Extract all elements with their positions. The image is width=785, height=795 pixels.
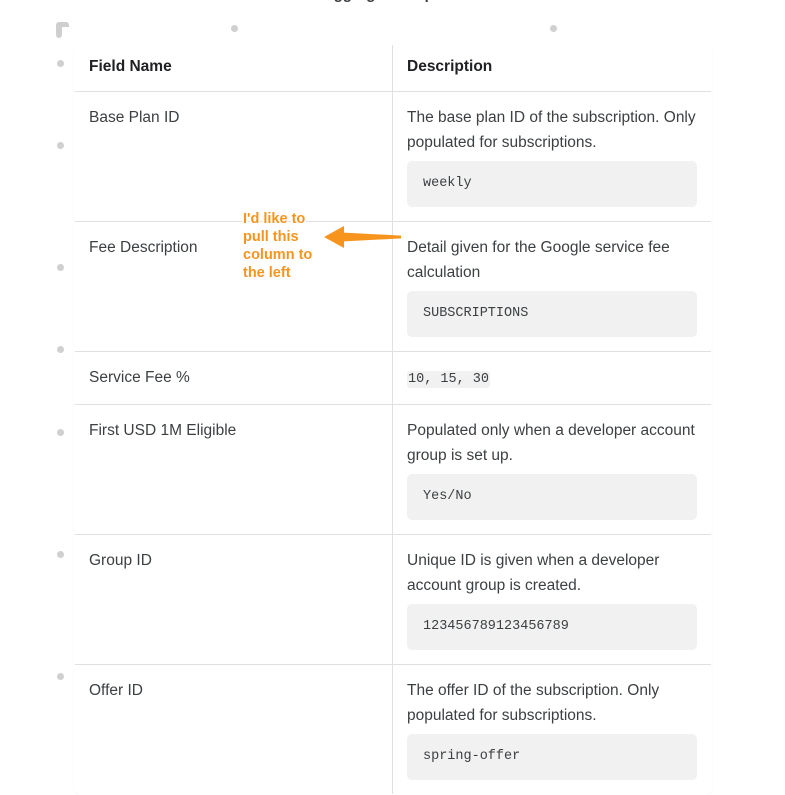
description-text: The base plan ID of the subscription. On… <box>407 109 696 151</box>
code-sample: spring-offer <box>407 734 697 780</box>
code-chip: 10, 15, 30 <box>407 371 491 388</box>
cell-description[interactable]: Unique ID is given when a developer acco… <box>392 534 711 665</box>
row-grip-dot-fee-description[interactable] <box>57 264 64 271</box>
cell-description[interactable]: Detail given for the Google service fee … <box>392 221 711 352</box>
description-text: Populated only when a developer account … <box>407 422 695 464</box>
column-grip-dot-description[interactable] <box>550 25 557 32</box>
cell-field-name[interactable]: Base Plan ID <box>75 91 393 222</box>
cell-description[interactable]: Populated only when a developer account … <box>392 404 711 535</box>
description-text: Unique ID is given when a developer acco… <box>407 552 660 594</box>
cell-field-name[interactable]: Service Fee % <box>75 351 393 405</box>
cell-field-name[interactable]: First USD 1M Eligible <box>75 404 393 535</box>
table-body: Base Plan ID The base plan ID of the sub… <box>75 91 712 795</box>
table-row: Service Fee % 10, 15, 30 <box>75 351 711 405</box>
code-sample: weekly <box>407 161 697 207</box>
column-header-description[interactable]: Description <box>392 45 711 92</box>
column-header-field-name[interactable]: Field Name <box>75 45 393 92</box>
description-text: The offer ID of the subscription. Only p… <box>407 682 660 724</box>
table-row: Group ID Unique ID is given when a devel… <box>75 534 711 665</box>
row-grip-dot-first-usd-1m[interactable] <box>57 429 64 436</box>
row-grip-dot-offer-id[interactable] <box>57 673 64 680</box>
row-grip-dot-group-id[interactable] <box>57 551 64 558</box>
cut-off-page-heading: Aggregated reports <box>0 0 785 6</box>
code-sample-inline: 10, 15, 30 <box>407 371 491 388</box>
table-header: Field Name Description <box>75 45 711 92</box>
table-corner-grip[interactable] <box>56 22 69 38</box>
table-row: Offer ID The offer ID of the subscriptio… <box>75 664 712 795</box>
code-sample: 123456789123456789 <box>407 604 697 650</box>
code-sample: Yes/No <box>407 474 697 520</box>
description-text: Detail given for the Google service fee … <box>407 239 670 281</box>
row-grip-dot-header[interactable] <box>57 60 64 67</box>
field-reference-table: Field Name Description Base Plan ID The … <box>74 44 712 795</box>
cell-field-name[interactable]: Group ID <box>75 534 393 665</box>
row-grip-dot-service-fee[interactable] <box>57 346 64 353</box>
cell-description[interactable]: The base plan ID of the subscription. On… <box>392 91 711 222</box>
field-reference-table-container: Field Name Description Base Plan ID The … <box>74 44 712 795</box>
table-row: Fee Description Detail given for the Goo… <box>75 221 711 352</box>
table-row: First USD 1M Eligible Populated only whe… <box>75 404 711 535</box>
table-header-row: Field Name Description <box>75 45 711 92</box>
cell-field-name[interactable]: Offer ID <box>75 664 393 794</box>
table-row: Base Plan ID The base plan ID of the sub… <box>75 91 711 222</box>
table-corner-grip-vertical-bar <box>56 25 62 38</box>
row-grip-dot-base-plan-id[interactable] <box>57 142 64 149</box>
cell-field-name[interactable]: Fee Description <box>75 221 393 352</box>
cell-description[interactable]: 10, 15, 30 <box>392 351 711 405</box>
cell-description[interactable]: The offer ID of the subscription. Only p… <box>393 665 712 795</box>
code-sample: SUBSCRIPTIONS <box>407 291 697 337</box>
column-grip-dot-field-name[interactable] <box>231 25 238 32</box>
